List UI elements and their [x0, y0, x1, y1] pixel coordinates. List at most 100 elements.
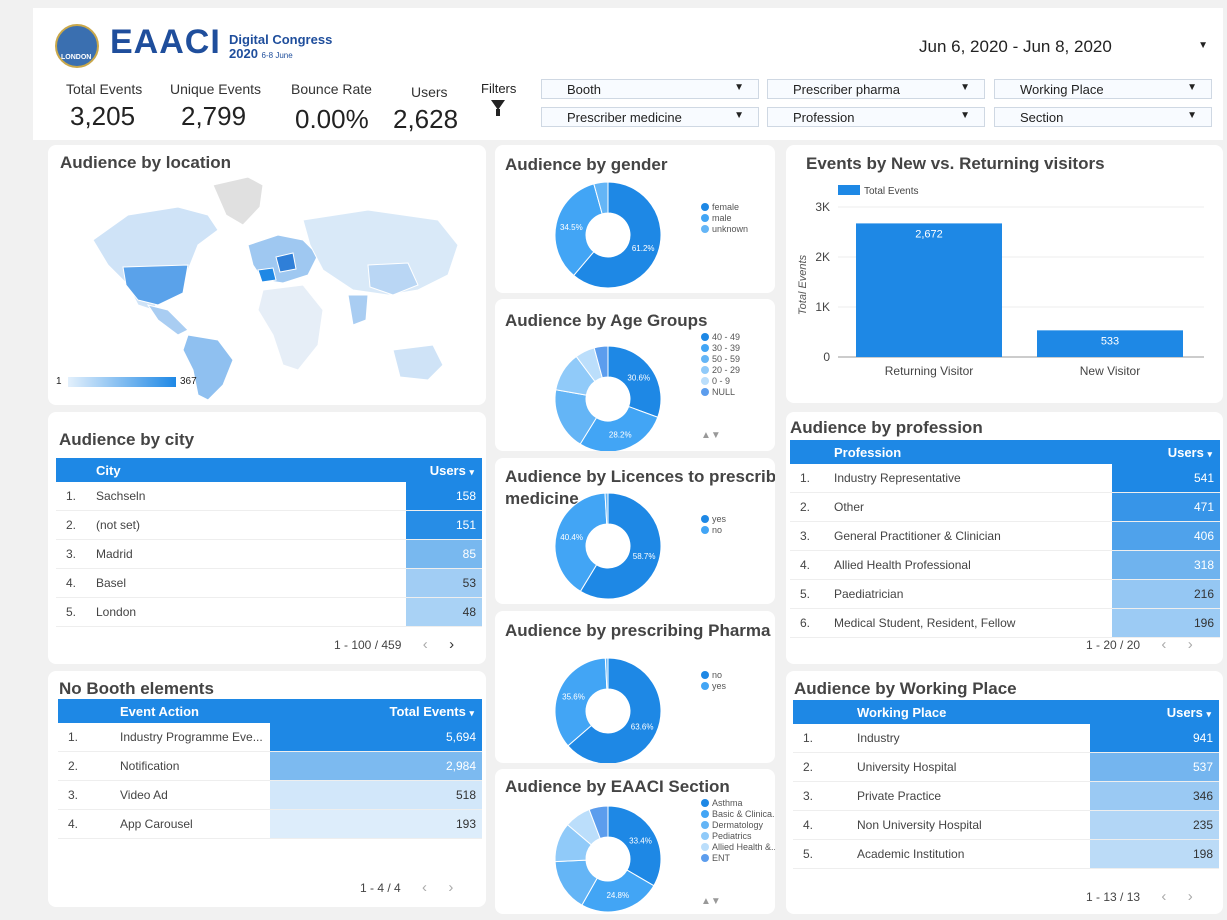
profession-next-page-icon[interactable]: › [1188, 636, 1193, 653]
map-central-america [146, 304, 189, 336]
profession-card: Audience by profession Profession Users … [786, 412, 1223, 664]
table-row[interactable]: 1. Sachseln 158 [56, 482, 482, 511]
table-row[interactable]: 2. Notification 2,984 [58, 751, 482, 781]
profession-prev-page-icon[interactable]: ‹ [1161, 636, 1166, 653]
map-spain-uk [257, 267, 277, 283]
legend-item[interactable]: Basic & Clinica... [701, 809, 775, 820]
profession-col-users[interactable]: Users ▾ [1112, 440, 1220, 464]
map-greenland [212, 176, 264, 226]
city-next-page-icon[interactable]: › [449, 636, 454, 653]
table-row[interactable]: 2. (not set) 151 [56, 510, 482, 540]
legend-item[interactable]: Allied Health &... [701, 842, 775, 853]
legend-item[interactable]: yes [701, 681, 726, 692]
table-row[interactable]: 1. Industry 941 [793, 724, 1219, 753]
brand-year: 2020 6-8 June [229, 46, 293, 61]
working-next-page-icon[interactable]: › [1188, 888, 1193, 905]
visitors-card: Events by New vs. Returning visitors Tot… [786, 145, 1223, 403]
filter-dropdown[interactable]: Prescriber pharma ▼ [767, 79, 985, 99]
pie-slice[interactable] [607, 805, 662, 887]
visitors-bar-chart[interactable]: Total Events 0 1K 2K 3K Total Events 2,672 Retu… [786, 145, 1223, 403]
legend-item[interactable]: no [701, 525, 726, 536]
legend-label: unknown [712, 224, 749, 234]
city-col-users[interactable]: Users ▾ [406, 458, 482, 482]
filter-funnel-icon[interactable] [491, 100, 505, 116]
licences-donut-chart[interactable]: 58.7% 40.4% [495, 458, 775, 604]
filter-dropdown[interactable]: Working Place ▼ [994, 79, 1212, 99]
table-row[interactable]: 4. App Carousel 193 [58, 809, 482, 839]
table-row[interactable]: 2. Other 471 [790, 492, 1220, 522]
y-axis-label: Total Events [797, 254, 809, 315]
legend-item[interactable]: Asthma [701, 798, 775, 809]
filter-dropdown[interactable]: Profession ▼ [767, 107, 985, 127]
working-col-users[interactable]: Users ▾ [1090, 700, 1219, 724]
working-prev-page-icon[interactable]: ‹ [1161, 888, 1166, 905]
table-row[interactable]: 3. General Practitioner & Clinician 406 [790, 521, 1220, 551]
table-row[interactable]: 1. Industry Representative 541 [790, 464, 1220, 493]
table-row[interactable]: 6. Medical Student, Resident, Fellow 196 [790, 608, 1220, 638]
city-prev-page-icon[interactable]: ‹ [423, 636, 428, 653]
booth-col-events[interactable]: Total Events ▾ [270, 699, 482, 723]
working-col-name[interactable]: Working Place [857, 700, 1090, 724]
booth-col-action[interactable]: Event Action [120, 699, 270, 723]
row-index: 3. [793, 781, 857, 811]
map-south-america [182, 334, 234, 401]
pie-slice-label: 30.6% [627, 374, 650, 383]
sort-desc-icon: ▾ [469, 707, 474, 718]
filter-dropdown[interactable]: Booth ▼ [541, 79, 759, 99]
table-row[interactable]: 3. Video Ad 518 [58, 780, 482, 810]
legend-item[interactable]: 40 - 49 [701, 332, 740, 343]
bar-value-label[interactable]: 533 [1101, 335, 1119, 347]
legend-item[interactable]: Pediatrics [701, 831, 775, 842]
table-row[interactable]: 4. Basel 53 [56, 568, 482, 598]
filter-dropdown[interactable]: Prescriber medicine ▼ [541, 107, 759, 127]
legend-item[interactable]: male [701, 213, 748, 224]
legend-item[interactable]: no [701, 670, 726, 681]
table-row[interactable]: 4. Non University Hospital 235 [793, 810, 1219, 840]
working-col-users-label: Users [1166, 704, 1203, 720]
working-pager-text: 1 - 13 / 13 [1086, 890, 1141, 904]
section-legend-paging-icon[interactable]: ▲▼ [701, 896, 721, 907]
legend-item[interactable]: 0 - 9 [701, 376, 740, 387]
row-index: 5. [790, 579, 834, 609]
table-row[interactable]: 1. Industry Programme Eve... 5,694 [58, 723, 482, 752]
date-range-picker[interactable]: Jun 6, 2020 - Jun 8, 2020 ▼ [900, 34, 1220, 60]
pharma-donut-chart[interactable]: 63.6% 35.6% [495, 611, 775, 763]
table-row[interactable]: 5. Paediatrician 216 [790, 579, 1220, 609]
table-row[interactable]: 3. Madrid 85 [56, 539, 482, 569]
profession-table-header: Profession Users ▾ [790, 440, 1220, 464]
legend-item[interactable]: 20 - 29 [701, 365, 740, 376]
city-col-name[interactable]: City [96, 458, 406, 482]
table-row[interactable]: 5. London 48 [56, 597, 482, 627]
booth-table: Event Action Total Events ▾ 1. Industry P… [58, 699, 482, 839]
table-row[interactable]: 4. Allied Health Professional 318 [790, 550, 1220, 580]
bar[interactable] [856, 223, 1002, 357]
table-row[interactable]: 5. Academic Institution 198 [793, 839, 1219, 869]
table-row[interactable]: 3. Private Practice 346 [793, 781, 1219, 811]
legend-item[interactable]: ENT [701, 853, 775, 864]
legend-item[interactable]: 50 - 59 [701, 354, 740, 365]
legend-item[interactable]: NULL [701, 387, 740, 398]
row-value: 537 [1090, 752, 1219, 782]
legend-item[interactable]: unknown [701, 224, 748, 235]
legend-item[interactable]: yes [701, 514, 726, 525]
legend-item[interactable]: 30 - 39 [701, 343, 740, 354]
booth-next-page-icon[interactable]: › [448, 879, 453, 896]
age-legend-paging-icon[interactable]: ▲▼ [701, 430, 721, 441]
kpi-value: 2,628 [393, 104, 459, 134]
y-tick-label: 2K [815, 250, 830, 264]
gender-legend: female male unknown [701, 202, 748, 235]
legend-item[interactable]: Dermatology [701, 820, 775, 831]
world-map[interactable] [48, 145, 486, 405]
booth-prev-page-icon[interactable]: ‹ [422, 879, 427, 896]
filter-dropdown[interactable]: Section ▼ [994, 107, 1212, 127]
row-value: 2,984 [270, 751, 482, 781]
legend-item[interactable]: female [701, 202, 748, 213]
table-row[interactable]: 2. University Hospital 537 [793, 752, 1219, 782]
x-tick-label: Returning Visitor [885, 364, 974, 378]
filter-dropdown-label: Booth [567, 82, 601, 97]
location-card: Audience by location 1 367 [48, 145, 486, 405]
bar-value-label[interactable]: 2,672 [915, 228, 943, 240]
row-value: 471 [1112, 492, 1220, 522]
profession-col-name[interactable]: Profession [834, 440, 1112, 464]
legend-label: Dermatology [712, 820, 764, 830]
